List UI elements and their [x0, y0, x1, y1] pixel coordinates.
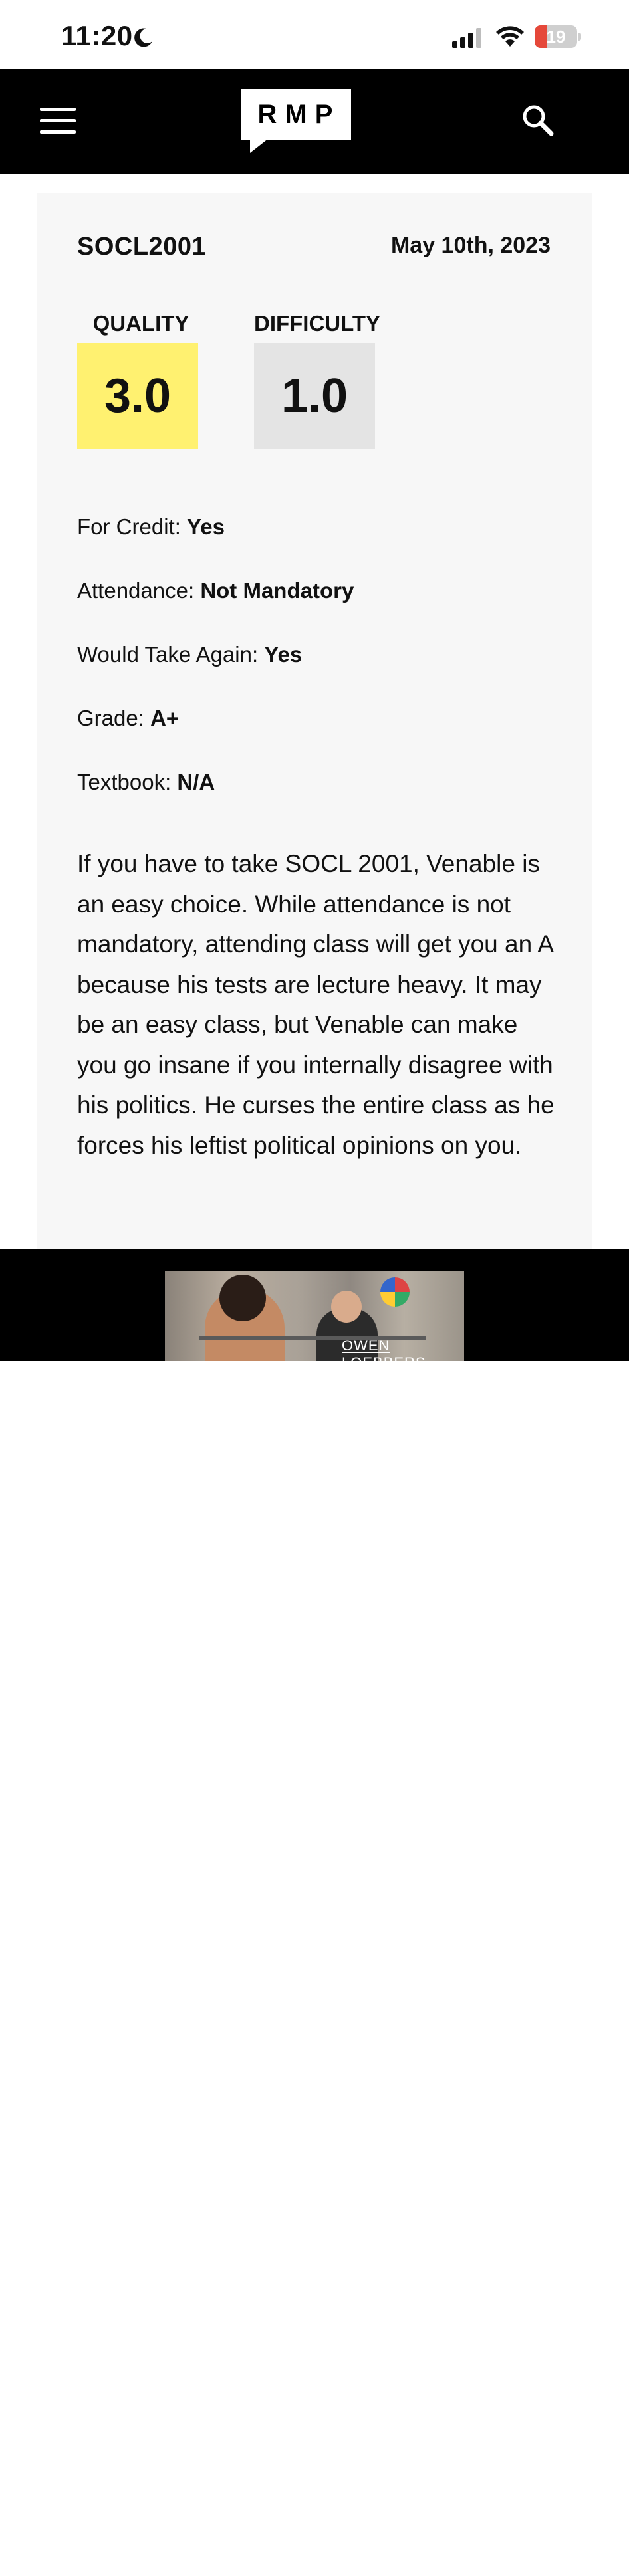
- top-navigation: RMP: [0, 69, 629, 174]
- wifi-icon: [496, 26, 524, 47]
- meta-label: Textbook:: [77, 770, 178, 794]
- meta-label: Grade:: [77, 706, 151, 730]
- meta-attendance: Attendance: Not Mandatory: [77, 578, 354, 603]
- meta-label: Attendance:: [77, 578, 201, 603]
- difficulty-label: DIFFICULTY: [253, 311, 381, 336]
- battery-icon: 19: [535, 25, 581, 48]
- rating-card: SOCL2001 May 10th, 2023 QUALITY 3.0 DIFF…: [37, 193, 592, 1256]
- meta-value: N/A: [177, 770, 215, 794]
- battery-level: 19: [546, 27, 566, 47]
- quality-score: 3.0: [77, 343, 198, 449]
- search-icon[interactable]: [521, 104, 555, 137]
- meta-label: Would Take Again:: [77, 642, 265, 667]
- meta-value: Yes: [187, 514, 225, 539]
- meta-label: For Credit:: [77, 514, 188, 539]
- ad-banner: OWEN LOEBBERS: [0, 1249, 629, 2574]
- quality-label: QUALITY: [92, 311, 189, 336]
- meta-would-take-again: Would Take Again: Yes: [77, 642, 302, 667]
- meta-value: Yes: [264, 642, 303, 667]
- scroll-to-top-icon[interactable]: [577, 2541, 609, 2576]
- status-bar: 11:20 19: [0, 0, 629, 69]
- rating-date: May 10th, 2023: [390, 233, 551, 258]
- review-text: If you have to take SOCL 2001, Venable i…: [77, 850, 555, 1159]
- status-time: 11:20: [61, 20, 133, 51]
- ad-caption: OWEN LOEBBERS: [342, 1337, 426, 1361]
- moon-icon: [134, 28, 152, 47]
- course-code: SOCL2001: [77, 233, 207, 261]
- meta-grade: Grade: A+: [77, 706, 179, 731]
- meta-for-credit: For Credit: Yes: [77, 514, 225, 540]
- difficulty-score: 1.0: [254, 343, 375, 449]
- menu-icon[interactable]: [40, 108, 76, 134]
- rmp-logo[interactable]: RMP: [241, 89, 351, 153]
- logo-text: RMP: [241, 89, 351, 140]
- meta-value: A+: [150, 706, 180, 730]
- signal-icon: [452, 28, 481, 48]
- meta-value: Not Mandatory: [200, 578, 354, 603]
- meta-textbook: Textbook: N/A: [77, 770, 215, 795]
- ad-video[interactable]: OWEN LOEBBERS: [165, 1271, 464, 1361]
